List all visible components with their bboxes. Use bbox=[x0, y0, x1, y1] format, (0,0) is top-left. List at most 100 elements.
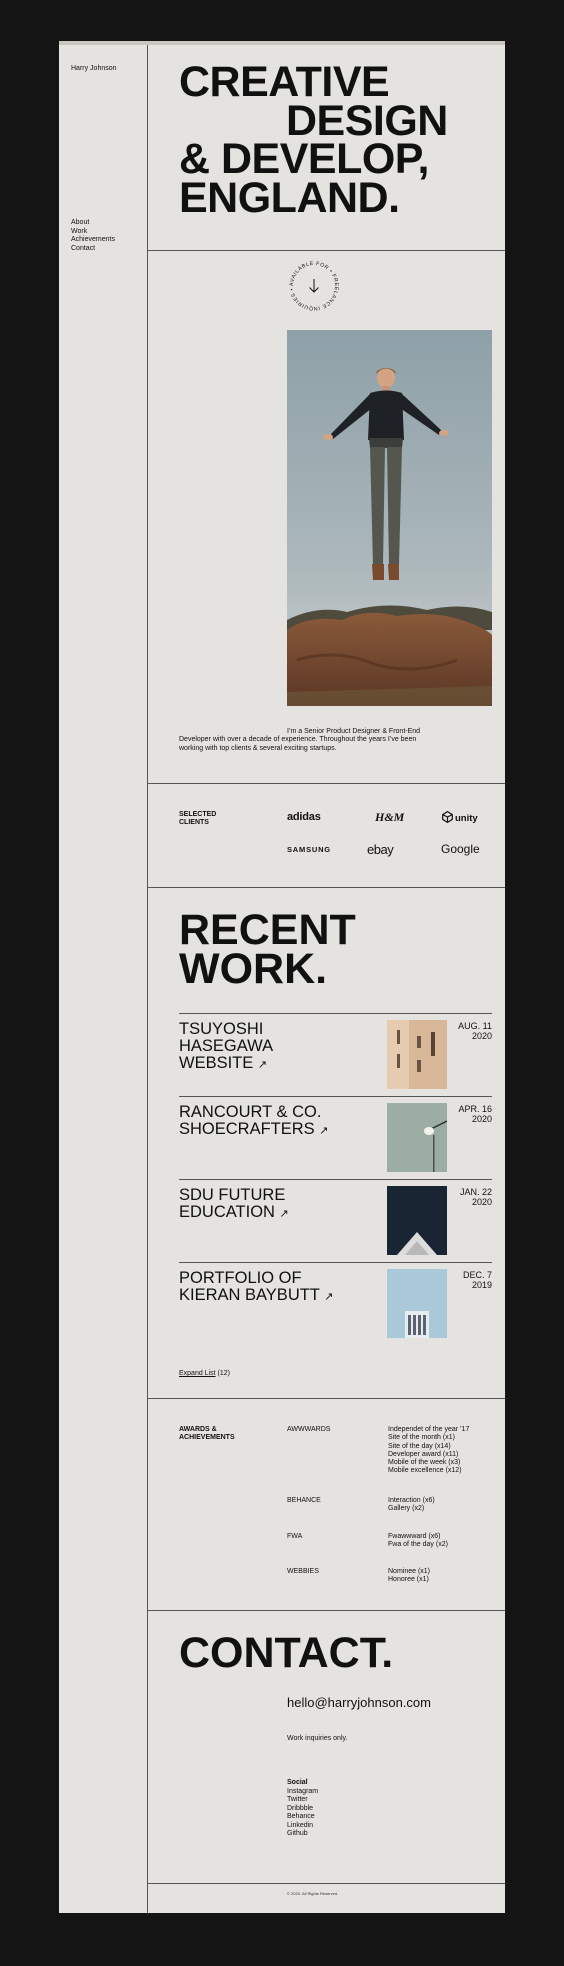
awards-section: AWARDS & ACHIEVEMENTS AWWWARDS Independe… bbox=[148, 1399, 505, 1611]
work-item[interactable]: TSUYOSHI HASEGAWA WEBSITE ↗ AUG. 11 2020 bbox=[179, 1013, 492, 1094]
work-item[interactable]: SDU FUTURE EDUCATION ↗ JAN. 22 2020 bbox=[179, 1179, 492, 1260]
expand-list-label: Expand List bbox=[179, 1370, 216, 1377]
work-date-year: 2019 bbox=[471, 1280, 492, 1290]
site-owner-name[interactable]: Harry Johnson bbox=[71, 65, 117, 72]
social-link-behance[interactable]: Behance bbox=[287, 1813, 318, 1822]
work-thumbnail[interactable] bbox=[387, 1103, 447, 1172]
work-date: APR. 16 2020 bbox=[458, 1104, 492, 1124]
hero-line: CREATIVE bbox=[179, 58, 390, 106]
work-date: JAN. 22 2020 bbox=[460, 1187, 492, 1207]
work-thumbnail[interactable] bbox=[387, 1269, 447, 1338]
nav-item-contact[interactable]: Contact bbox=[71, 245, 115, 254]
social-link-linkedin[interactable]: Linkedin bbox=[287, 1822, 318, 1831]
hero-section: CREATIVE DESIGN & DEVELOP, ENGLAND. bbox=[148, 45, 505, 251]
award-item: Independet of the year ’17 bbox=[388, 1426, 470, 1433]
unity-icon bbox=[442, 810, 453, 824]
social-link-twitter[interactable]: Twitter bbox=[287, 1796, 318, 1805]
work-item[interactable]: RANCOURT & CO. SHOECRAFTERS ↗ APR. 16 202… bbox=[179, 1096, 492, 1177]
work-item[interactable]: PORTFOLIO OF KIERAN BAYBUTT ↗ DEC. 7 2019 bbox=[179, 1262, 492, 1343]
work-date-line: AUG. 11 bbox=[458, 1021, 492, 1031]
work-date-year: 2020 bbox=[471, 1031, 492, 1041]
awards-label: AWARDS & ACHIEVEMENTS bbox=[179, 1426, 235, 1441]
unity-logo-text: unity bbox=[455, 813, 478, 824]
footer: © 2020. All Rights Reserved. bbox=[148, 1884, 505, 1917]
award-org-awwwards: AWWWARDS bbox=[287, 1426, 331, 1433]
work-date-year: 2020 bbox=[471, 1197, 492, 1207]
work-date-line: DEC. 7 bbox=[462, 1270, 492, 1280]
copyright: © 2020. All Rights Reserved. bbox=[287, 1891, 339, 1896]
work-title-text: RANCOURT & CO. SHOECRAFTERS bbox=[179, 1103, 322, 1138]
arrow-up-right-icon: ↗ bbox=[279, 1208, 289, 1220]
inquiries-note: Work inquiries only. bbox=[287, 1735, 348, 1742]
hero-line: ENGLAND. bbox=[179, 173, 400, 222]
work-title-text: SDU FUTURE EDUCATION bbox=[179, 1186, 286, 1221]
award-list: Independet of the year ’17 Site of the m… bbox=[388, 1426, 469, 1476]
recent-work-section: RECENT WORK. TSUYOSHI HASEGAWA WEBSITE ↗… bbox=[148, 888, 505, 1399]
award-item: Gallery (x2) bbox=[388, 1505, 425, 1513]
award-item: Interaction (x6) bbox=[388, 1497, 435, 1504]
award-item: Mobile of the week (x3) bbox=[388, 1459, 461, 1467]
recent-work-title-line: WORK. bbox=[179, 945, 328, 993]
award-org-behance: BEHANCE bbox=[287, 1497, 321, 1504]
intro-paragraph: I’m a Senior Product Designer & Front-En… bbox=[179, 728, 421, 752]
clients-section: SELECTED CLIENTS adidas H&M unity SAMSUN… bbox=[148, 784, 505, 888]
social-title: Social bbox=[287, 1779, 308, 1786]
award-list: Fwawwward (x6) Fwa of the day (x2) bbox=[388, 1533, 448, 1550]
award-item: Honoree (x1) bbox=[388, 1576, 429, 1584]
award-org-webbies: WEBBIES bbox=[287, 1568, 319, 1575]
work-thumbnail[interactable] bbox=[387, 1020, 447, 1089]
work-date: AUG. 11 2020 bbox=[458, 1021, 492, 1041]
nav-item-achievements[interactable]: Achievements bbox=[71, 236, 115, 245]
social-link-instagram[interactable]: Instagram bbox=[287, 1788, 318, 1797]
page-frame: Harry Johnson About Work Achievements Co… bbox=[59, 41, 505, 1913]
hero-line: & DEVELOP, bbox=[179, 135, 429, 183]
award-item: Nominee (x1) bbox=[388, 1568, 431, 1575]
work-thumbnail[interactable] bbox=[387, 1186, 447, 1255]
email-link[interactable]: hello@harryjohnson.com bbox=[287, 1695, 431, 1710]
nav-item-about[interactable]: About bbox=[71, 219, 115, 228]
client-logo-google: Google bbox=[441, 842, 480, 856]
work-title[interactable]: SDU FUTURE EDUCATION ↗ bbox=[179, 1187, 339, 1223]
arrow-up-right-icon: ↗ bbox=[324, 1291, 334, 1303]
about-section: AVAILABLE FOR • FREELANCE INQUIRIES • I’… bbox=[148, 251, 505, 784]
award-item: Site of the month (x1) bbox=[388, 1434, 455, 1442]
client-logo-unity: unity bbox=[441, 810, 478, 824]
work-title[interactable]: PORTFOLIO OF KIERAN BAYBUTT ↗ bbox=[179, 1270, 339, 1306]
arrow-down-icon bbox=[309, 279, 319, 293]
expand-list-count: (12) bbox=[217, 1370, 230, 1377]
award-list: Interaction (x6) Gallery (x2) bbox=[388, 1497, 435, 1514]
contact-section: CONTACT. hello@harryjohnson.com Work inq… bbox=[148, 1611, 505, 1884]
client-logo-samsung: SAMSUNG bbox=[287, 845, 331, 854]
clients-label: SELECTED CLIENTS bbox=[179, 811, 217, 826]
nav-item-work[interactable]: Work bbox=[71, 228, 115, 237]
portrait-photo bbox=[287, 330, 492, 706]
client-logo-adidas: adidas bbox=[287, 811, 321, 823]
client-logo-hm: H&M bbox=[375, 810, 405, 824]
work-date: DEC. 7 2019 bbox=[463, 1270, 492, 1290]
work-date-line: JAN. 22 bbox=[459, 1187, 492, 1197]
work-date-line: APR. 16 bbox=[458, 1104, 492, 1114]
client-logo-ebay: ebay bbox=[367, 842, 394, 857]
contact-title: CONTACT. bbox=[179, 1629, 394, 1677]
award-item: Site of the day (x14) bbox=[388, 1442, 451, 1450]
available-badge[interactable]: AVAILABLE FOR • FREELANCE INQUIRIES • bbox=[287, 259, 341, 313]
work-title-text: PORTFOLIO OF KIERAN BAYBUTT bbox=[179, 1269, 320, 1304]
award-item: Developer award (x11) bbox=[388, 1450, 459, 1458]
sidebar-nav: About Work Achievements Contact bbox=[71, 219, 115, 253]
arrow-up-right-icon: ↗ bbox=[257, 1059, 268, 1071]
work-date-year: 2020 bbox=[471, 1114, 492, 1124]
arrow-up-right-icon: ↗ bbox=[319, 1125, 329, 1137]
main-content: CREATIVE DESIGN & DEVELOP, ENGLAND. AVAI… bbox=[148, 45, 505, 1913]
work-title[interactable]: RANCOURT & CO. SHOECRAFTERS ↗ bbox=[179, 1104, 339, 1140]
social-list: Social Instagram Twitter Dribbble Behanc… bbox=[287, 1779, 318, 1839]
social-link-github[interactable]: Github bbox=[287, 1830, 318, 1839]
award-item: Mobile excellence (x12) bbox=[388, 1467, 462, 1475]
recent-work-title: RECENT WORK. bbox=[179, 909, 356, 993]
expand-list-link[interactable]: Expand List (12) bbox=[179, 1370, 230, 1377]
award-item: Fwawwward (x6) bbox=[388, 1533, 441, 1540]
award-list: Nominee (x1) Honoree (x1) bbox=[388, 1568, 430, 1585]
award-item: Fwa of the day (x2) bbox=[388, 1541, 448, 1549]
work-title[interactable]: TSUYOSHI HASEGAWA WEBSITE ↗ bbox=[179, 1021, 339, 1074]
award-org-fwa: FWA bbox=[287, 1533, 303, 1540]
social-link-dribbble[interactable]: Dribbble bbox=[287, 1805, 318, 1814]
